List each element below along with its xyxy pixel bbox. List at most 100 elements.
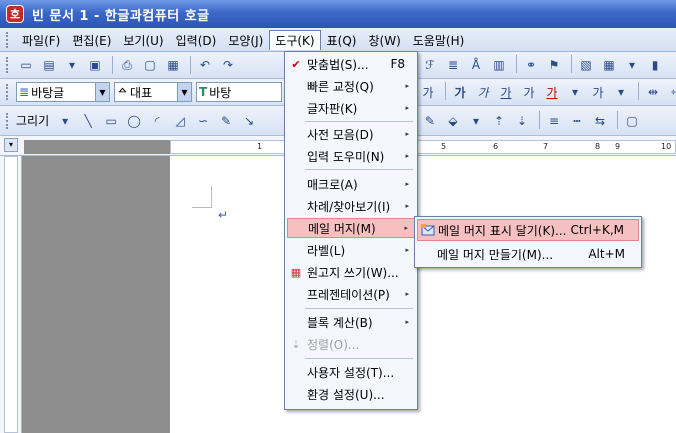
font-combo[interactable]: T 바탕 <box>196 82 282 102</box>
line-icon[interactable]: ╲ <box>78 111 98 131</box>
arrow-style-icon[interactable]: ⇆ <box>590 111 610 131</box>
menu-item-presentation[interactable]: 프레젠테이션(P) ▸ <box>287 284 415 304</box>
menu-item-label: 매크로(A) <box>307 177 358 192</box>
rectangle-icon[interactable]: ▭ <box>101 111 121 131</box>
menu-item-mail-merge-mark[interactable]: 메일 머지 표시 달기(K)... Ctrl+K,M <box>417 219 639 241</box>
arc-icon[interactable]: ◜ <box>147 111 167 131</box>
hwp-app-icon[interactable]: 호 <box>6 5 24 23</box>
toolbar-grip[interactable] <box>6 84 10 100</box>
workspace-margin <box>22 156 170 433</box>
superscript-icon[interactable]: 가 <box>519 82 539 102</box>
char-width-icon[interactable]: ⇿ <box>666 82 676 102</box>
menu-window[interactable]: 창(W) <box>362 30 406 50</box>
menu-item-keyboard[interactable]: 글자판(K) ▸ <box>287 98 415 118</box>
menu-item-label-print[interactable]: 라벨(L) ▸ <box>287 240 415 260</box>
bookmark-icon[interactable]: ⚑ <box>544 55 564 75</box>
ellipse-icon[interactable]: ◯ <box>124 111 144 131</box>
table-icon[interactable]: ▦ <box>599 55 619 75</box>
chart-icon[interactable]: ▮ <box>645 55 665 75</box>
menu-item-spellcheck[interactable]: ✔ 맞춤법(S)... F8 <box>287 54 415 74</box>
open-dropdown-icon[interactable]: ▾ <box>62 55 82 75</box>
menu-tools[interactable]: 도구(K) <box>269 29 321 50</box>
new-document-icon[interactable]: ▭ <box>16 55 36 75</box>
page-corner-mark <box>192 186 212 208</box>
menu-item-macro[interactable]: 매크로(A) ▸ <box>287 174 415 194</box>
menu-item-preferences[interactable]: 환경 설정(U)... <box>287 384 415 404</box>
char-shape-icon[interactable]: ℱ <box>420 55 440 75</box>
ruler-toggle-icon[interactable]: ▾ <box>4 138 18 152</box>
curve-icon[interactable]: ∽ <box>193 111 213 131</box>
underline-icon[interactable]: 가 <box>496 82 516 102</box>
para-shape-icon[interactable]: ≣ <box>443 55 463 75</box>
menu-item-toc-index[interactable]: 차례/찾아보기(I) ▸ <box>287 196 415 216</box>
menu-item-block-calc[interactable]: 블록 계산(B) ▸ <box>287 312 415 332</box>
toolbar-separator <box>571 55 572 73</box>
italic-icon[interactable]: 가 <box>473 82 493 102</box>
menubar-grip[interactable] <box>6 31 10 48</box>
ruler-tick: 6 <box>493 142 499 151</box>
picture-icon[interactable]: ▧ <box>576 55 596 75</box>
save-icon[interactable]: ▣ <box>85 55 105 75</box>
ruler-scale[interactable]: 1 2 3 4 5 6 7 8 9 10 <box>170 140 676 154</box>
vertical-ruler <box>0 156 22 433</box>
menu-item-manuscript[interactable]: ▦ 원고지 쓰기(W)... <box>287 262 415 282</box>
menu-item-mail-merge[interactable]: 메일 머지(M) ▸ <box>287 218 415 238</box>
highlight-dropdown-icon[interactable]: ▾ <box>611 82 631 102</box>
paragraph-mark-icon: ↵ <box>218 208 229 222</box>
print-icon[interactable]: ⎙ <box>117 55 137 75</box>
menu-input[interactable]: 입력(D) <box>170 30 223 50</box>
menu-edit[interactable]: 편집(E) <box>66 30 117 50</box>
sort-icon: ⇣ <box>291 337 301 351</box>
bold-icon[interactable]: 가 <box>450 82 470 102</box>
vertical-ruler-scale[interactable] <box>4 156 18 433</box>
undo-icon[interactable]: ↶ <box>195 55 215 75</box>
connector-icon[interactable]: ↘ <box>239 111 259 131</box>
fill-color-icon[interactable]: ⬙ <box>443 111 463 131</box>
table-dropdown-icon[interactable]: ▾ <box>622 55 642 75</box>
columns-icon[interactable]: ▥ <box>489 55 509 75</box>
open-folder-icon[interactable]: ▤ <box>39 55 59 75</box>
chevron-down-icon[interactable]: ▼ <box>177 83 191 101</box>
menu-item-dictionary[interactable]: 사전 모음(D) ▸ <box>287 124 415 144</box>
style-combo[interactable]: ≣ 바탕글 ▼ <box>16 82 110 102</box>
line-color-icon[interactable]: ✎ <box>420 111 440 131</box>
drawing-label[interactable]: 그리기 <box>16 112 49 129</box>
send-backward-icon[interactable]: ⇣ <box>512 111 532 131</box>
bring-forward-icon[interactable]: ⇡ <box>489 111 509 131</box>
menu-table[interactable]: 표(Q) <box>321 30 363 50</box>
fill-dropdown-icon[interactable]: ▾ <box>466 111 486 131</box>
menu-item-user-settings[interactable]: 사용자 설정(T)... <box>287 362 415 382</box>
drawing-dropdown-icon[interactable]: ▾ <box>55 111 75 131</box>
representative-combo[interactable]: ᅀ 대표 ▼ <box>114 82 192 102</box>
font-color-dropdown-icon[interactable]: ▾ <box>565 82 585 102</box>
menu-view[interactable]: 보기(U) <box>117 30 169 50</box>
pencil-icon[interactable]: ✎ <box>216 111 236 131</box>
document-page[interactable]: ↵ <box>170 156 676 433</box>
menu-file[interactable]: 파일(F) <box>16 30 66 50</box>
menu-item-input-helper[interactable]: 입력 도우미(N) ▸ <box>287 146 415 166</box>
hyperlink-icon[interactable]: ⚭ <box>521 55 541 75</box>
window-title: 빈 문서 1 - 한글과컴퓨터 호글 <box>32 8 210 24</box>
shadow-icon[interactable]: ▢ <box>622 111 642 131</box>
font-size-up-icon[interactable]: 가 <box>418 82 438 102</box>
polygon-icon[interactable]: ◿ <box>170 111 190 131</box>
print-preview-icon[interactable]: ▢ <box>140 55 160 75</box>
menu-item-mail-merge-create[interactable]: 메일 머지 만들기(M)... Alt+M <box>417 243 639 265</box>
submenu-arrow-icon: ▸ <box>404 224 408 232</box>
font-type-icon: T <box>199 85 208 99</box>
style-icon[interactable]: Å <box>466 55 486 75</box>
highlight-icon[interactable]: 가 <box>588 82 608 102</box>
menu-format[interactable]: 모양(J) <box>222 30 269 50</box>
menu-item-quick-correct[interactable]: 빠른 교정(Q) ▸ <box>287 76 415 96</box>
char-spacing-icon[interactable]: ⇹ <box>643 82 663 102</box>
font-color-icon[interactable]: 가 <box>542 82 562 102</box>
line-width-icon[interactable]: ≡ <box>544 111 564 131</box>
toolbar-grip[interactable] <box>6 112 10 129</box>
menu-help[interactable]: 도움말(H) <box>407 30 471 50</box>
language-icon: ᅀ <box>117 85 129 100</box>
pdf-icon[interactable]: ▦ <box>163 55 183 75</box>
redo-icon[interactable]: ↷ <box>218 55 238 75</box>
toolbar-grip[interactable] <box>6 57 10 73</box>
line-style-icon[interactable]: ┅ <box>567 111 587 131</box>
chevron-down-icon[interactable]: ▼ <box>95 83 109 101</box>
